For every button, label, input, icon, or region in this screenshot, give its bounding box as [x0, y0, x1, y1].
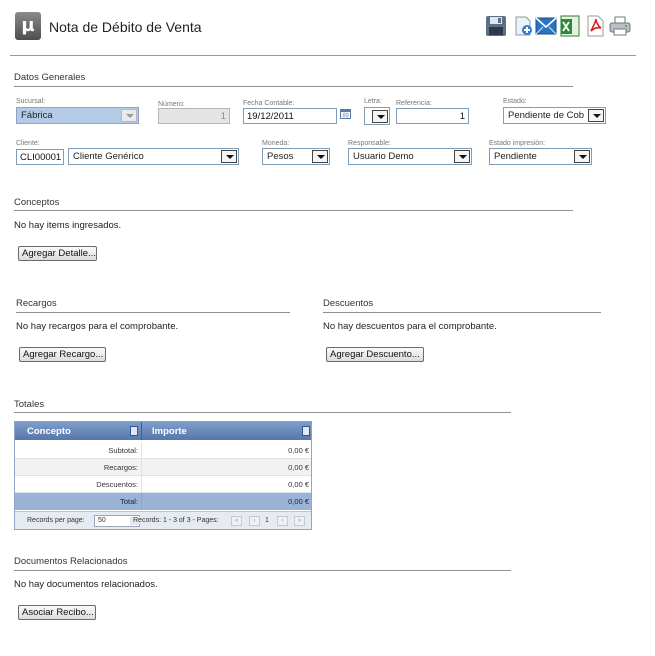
row-label: Descuentos:	[96, 480, 138, 489]
chevron-down-icon[interactable]	[372, 110, 388, 123]
agregar-recargo-button[interactable]: Agregar Recargo...	[19, 347, 106, 362]
descuentos-empty-message: No hay descuentos para el comprobante.	[323, 321, 497, 332]
chevron-down-icon[interactable]	[588, 109, 604, 122]
column-header-concepto[interactable]: Concepto	[27, 426, 71, 437]
grid-header: Concepto Importe	[15, 422, 311, 440]
conceptos-empty-message: No hay items ingresados.	[14, 220, 122, 231]
chevron-down-icon[interactable]	[312, 150, 328, 163]
sucursal-value: Fábrica	[21, 110, 53, 121]
records-per-page-label: Records per page:	[27, 517, 85, 524]
section-title-documentos-relacionados: Documentos Relacionados	[14, 556, 128, 567]
responsable-value: Usuario Demo	[353, 151, 414, 162]
agregar-detalle-button[interactable]: Agregar Detalle...	[18, 246, 97, 261]
estado-select[interactable]: Pendiente de Cob	[503, 107, 606, 124]
current-page[interactable]: 1	[265, 517, 269, 524]
section-divider	[14, 86, 573, 87]
estado-impresion-label: Estado impresión:	[489, 140, 546, 147]
sucursal-select[interactable]: Fábrica	[16, 107, 139, 124]
header-divider	[10, 55, 636, 56]
referencia-input[interactable]: 1	[396, 108, 469, 124]
table-row: Recargos: 0,00 €	[15, 459, 311, 476]
letra-label: Letra:	[364, 98, 382, 105]
row-label: Subtotal:	[108, 446, 138, 455]
section-divider	[16, 312, 290, 313]
sucursal-label: Sucursal:	[16, 98, 46, 105]
estado-impresion-select[interactable]: Pendiente	[489, 148, 592, 165]
section-divider	[323, 312, 601, 313]
section-divider	[14, 210, 573, 211]
agregar-descuento-button[interactable]: Agregar Descuento...	[326, 347, 424, 362]
table-row-total: Total: 0,00 €	[15, 493, 311, 510]
page-title: Nota de Débito de Venta	[49, 19, 202, 35]
row-label: Total:	[120, 497, 138, 506]
cliente-select[interactable]: Cliente Genérico	[68, 148, 239, 165]
records-per-page-value: 50	[98, 517, 106, 524]
estado-impresion-value: Pendiente	[494, 151, 537, 162]
totales-grid: Concepto Importe Subtotal: 0,00 € Recarg…	[14, 421, 312, 530]
fecha-contable-label: Fecha Contable:	[243, 100, 295, 107]
cliente-name-value: Cliente Genérico	[73, 151, 144, 162]
responsable-label: Responsable:	[348, 140, 391, 147]
last-page-icon[interactable]: »	[294, 516, 305, 526]
letra-select[interactable]	[364, 107, 390, 125]
numero-input[interactable]: 1	[158, 108, 230, 124]
column-header-importe[interactable]: Importe	[152, 426, 187, 437]
section-title-descuentos: Descuentos	[323, 298, 374, 309]
fecha-contable-input[interactable]: 19/12/2011	[243, 108, 337, 124]
asociar-recibo-button[interactable]: Asociar Recibo...	[18, 605, 96, 620]
moneda-select[interactable]: Pesos	[262, 148, 330, 165]
chevron-down-icon[interactable]	[221, 150, 237, 163]
sort-icon[interactable]	[130, 426, 138, 436]
row-value: 0,00 €	[288, 497, 309, 506]
numero-label: Número:	[158, 101, 185, 108]
records-info: Records: 1 - 3 of 3 - Pages:	[131, 517, 219, 524]
section-divider	[14, 412, 511, 413]
documentos-empty-message: No hay documentos relacionados.	[14, 579, 158, 590]
row-value: 0,00 €	[288, 480, 309, 489]
first-page-icon[interactable]: «	[231, 516, 242, 526]
section-title-conceptos: Conceptos	[14, 197, 60, 208]
referencia-label: Referencia:	[396, 100, 432, 107]
excel-icon[interactable]	[559, 15, 581, 37]
row-value: 0,00 €	[288, 463, 309, 472]
chevron-down-icon[interactable]	[121, 109, 137, 122]
section-divider	[14, 570, 511, 571]
estado-label: Estado:	[503, 98, 527, 105]
next-page-icon[interactable]: ›	[277, 516, 288, 526]
row-label: Recargos:	[103, 463, 138, 472]
chevron-down-icon[interactable]	[574, 150, 590, 163]
row-value: 0,00 €	[288, 446, 309, 455]
table-row: Descuentos: 0,00 €	[15, 476, 311, 493]
moneda-value: Pesos	[267, 151, 294, 162]
previous-page-icon[interactable]: ‹	[249, 516, 260, 526]
table-row: Subtotal: 0,00 €	[15, 442, 311, 459]
calendar-icon[interactable]	[340, 108, 351, 119]
section-title-totales: Totales	[14, 399, 45, 410]
email-icon[interactable]	[535, 15, 557, 37]
estado-value: Pendiente de Cob	[508, 110, 585, 121]
responsable-select[interactable]: Usuario Demo	[348, 148, 472, 165]
app-logo-icon: µ	[15, 12, 41, 40]
section-title-recargos: Recargos	[16, 298, 57, 309]
cliente-label: Cliente:	[16, 140, 40, 147]
print-icon[interactable]	[609, 15, 631, 37]
pdf-icon[interactable]	[584, 15, 606, 37]
cliente-code-input[interactable]: CLI00001	[16, 149, 64, 165]
grid-pager: Records per page: 50 Records: 1 - 3 of 3…	[15, 511, 311, 529]
save-icon[interactable]	[485, 15, 507, 37]
recargos-empty-message: No hay recargos para el comprobante.	[16, 321, 179, 332]
section-title-datos-generales: Datos Generales	[14, 72, 86, 83]
chevron-down-icon[interactable]	[454, 150, 470, 163]
sort-icon[interactable]	[302, 426, 310, 436]
moneda-label: Moneda:	[262, 140, 290, 147]
add-document-icon[interactable]	[512, 15, 534, 37]
